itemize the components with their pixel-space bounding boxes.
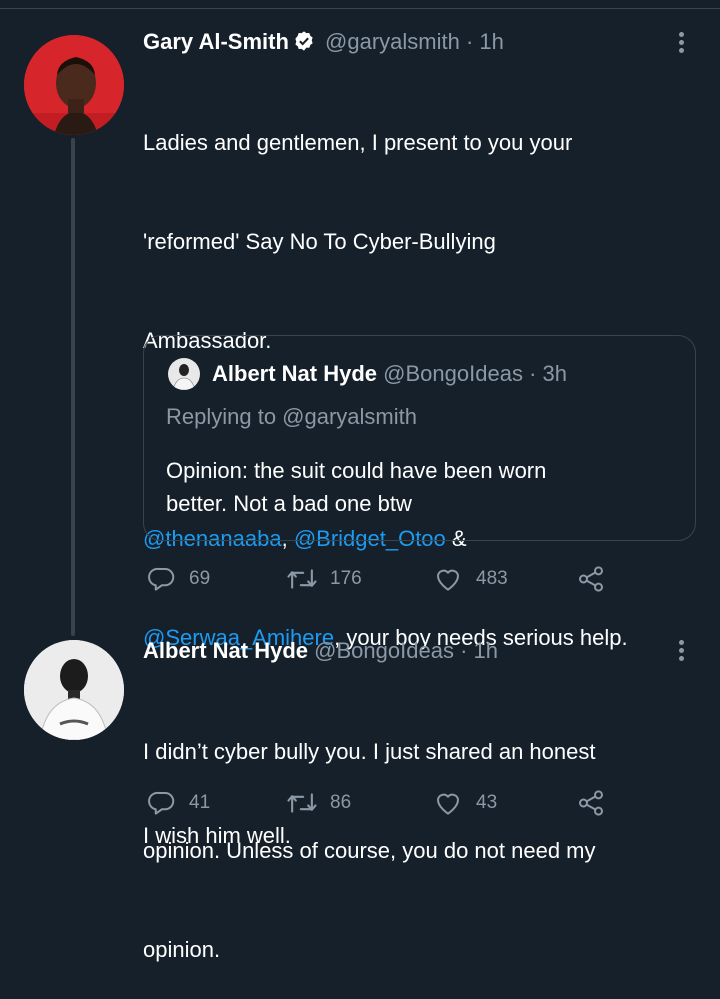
quoted-avatar-albert <box>168 358 200 390</box>
tweet2-handle[interactable]: @BongoIdeas <box>314 638 454 663</box>
tweet1-retweet-count: 176 <box>330 568 362 589</box>
tweet1-reply-button[interactable]: 69 <box>147 564 210 594</box>
quoted-tweet-card[interactable]: Albert Nat Hyde @BongoIdeas · 3h Replyin… <box>143 335 696 541</box>
heart-icon <box>437 793 459 815</box>
share-icon <box>579 790 603 816</box>
tweet1-retweet-button[interactable]: 176 <box>286 564 362 594</box>
reply-icon <box>148 791 175 815</box>
tweet1-header: Gary Al-Smith @garyalsmith · 1h <box>143 28 504 59</box>
avatar-albert[interactable] <box>24 640 124 740</box>
tweet2-text-line: opinion. <box>143 937 221 962</box>
quoted-text-line: Opinion: the suit could have been worn <box>166 458 547 483</box>
avatar-gary-image <box>24 35 124 135</box>
tweet2-author-name[interactable]: Albert Nat Hyde <box>143 638 308 663</box>
retweet-icon <box>287 793 317 813</box>
avatar-gary[interactable] <box>24 35 124 135</box>
tweet2-time[interactable]: · 1h <box>460 638 498 663</box>
tweet2-retweet-count: 86 <box>330 792 352 813</box>
tweet2-like-count: 43 <box>476 792 498 813</box>
reply-icon <box>148 567 175 591</box>
tweet1-like-count: 483 <box>476 568 508 589</box>
tweet2-like-button[interactable]: 43 <box>432 788 497 818</box>
tweet2-reply-count: 41 <box>189 792 211 813</box>
tweet1-handle[interactable]: @garyalsmith <box>325 29 460 54</box>
quoted-replying-to: Replying to @garyalsmith <box>166 404 417 429</box>
quoted-author-name: Albert Nat Hyde <box>212 361 378 386</box>
tweet1-author-name[interactable]: Gary Al-Smith <box>143 29 289 54</box>
top-divider <box>0 8 720 9</box>
quoted-body: Opinion: the suit could have been worn b… <box>166 454 676 520</box>
tweet2-text-line: I didn’t cyber bully you. I just shared … <box>143 739 596 764</box>
quoted-text-line: better. Not a bad one btw <box>166 491 412 516</box>
quoted-handle: @BongoIdeas <box>383 361 523 386</box>
tweet1-time[interactable]: · 1h <box>466 29 504 54</box>
retweet-icon <box>287 569 317 589</box>
tweet2-share-button[interactable] <box>576 788 618 818</box>
tweet2-retweet-button[interactable]: 86 <box>286 788 351 818</box>
share-icon <box>579 566 603 592</box>
tweet1-text-line: 'reformed' Say No To Cyber-Bullying <box>143 229 496 254</box>
tweet2-text-line: opinion. Unless of course, you do not ne… <box>143 838 596 863</box>
quoted-header: Albert Nat Hyde @BongoIdeas · 3h <box>212 360 567 388</box>
quoted-time: · 3h <box>529 361 567 386</box>
heart-icon <box>437 569 459 591</box>
tweet1-share-button[interactable] <box>576 564 618 594</box>
tweet2-more-options-icon[interactable] <box>676 638 686 666</box>
tweet2-header: Albert Nat Hyde @BongoIdeas · 1h <box>143 637 498 665</box>
tweet1-reply-count: 69 <box>189 568 211 589</box>
tweet1-text-line: Ladies and gentlemen, I present to you y… <box>143 130 573 155</box>
avatar-albert-image <box>24 640 124 740</box>
tweet2-reply-button[interactable]: 41 <box>147 788 210 818</box>
tweet1-more-options-icon[interactable] <box>676 30 686 58</box>
tweet1-like-button[interactable]: 483 <box>432 564 508 594</box>
tweet2-body: I didn’t cyber bully you. I just shared … <box>143 669 703 999</box>
verified-badge-icon <box>293 30 315 59</box>
thread-connector-line <box>71 138 75 636</box>
